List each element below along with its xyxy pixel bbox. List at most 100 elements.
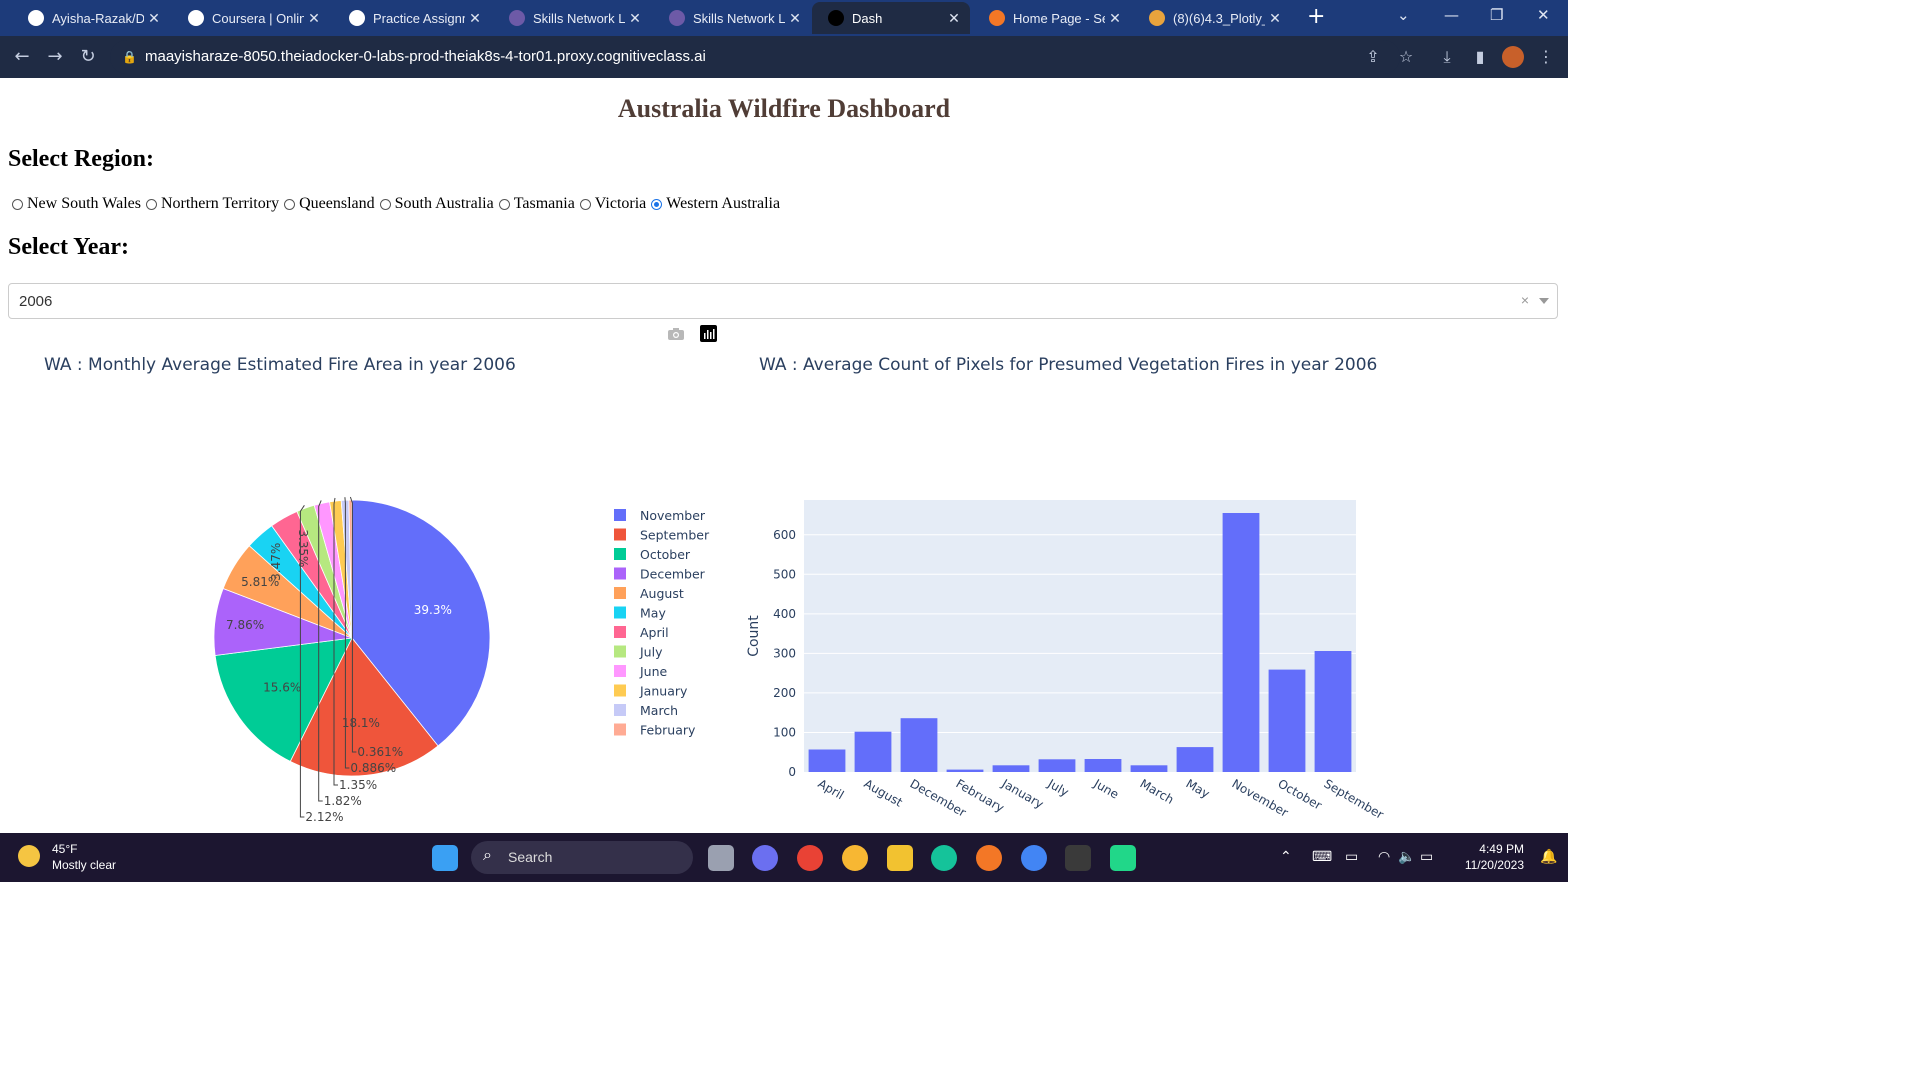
keyboard-icon[interactable]: ⌨ xyxy=(1312,848,1332,865)
browser-tab[interactable]: Dash ✕ xyxy=(812,2,970,34)
legend-item-label[interactable]: October xyxy=(640,547,691,562)
weather-app-icon[interactable] xyxy=(842,845,868,871)
legend-item-label[interactable]: April xyxy=(640,625,669,640)
share-icon[interactable]: ⇪ xyxy=(1362,46,1384,68)
region-radio-option[interactable]: New South Wales xyxy=(12,195,141,213)
forward-button[interactable]: → xyxy=(42,44,68,70)
radio-button[interactable] xyxy=(284,198,296,210)
camera-icon[interactable] xyxy=(668,328,684,340)
bar-september[interactable] xyxy=(1314,651,1352,772)
tab-close-icon[interactable]: ✕ xyxy=(944,10,964,27)
chevron-down-icon[interactable] xyxy=(1539,298,1549,304)
tab-close-icon[interactable]: ✕ xyxy=(785,10,805,27)
tab-close-icon[interactable]: ✕ xyxy=(465,10,485,27)
bar-february[interactable] xyxy=(946,769,984,772)
back-button[interactable]: ← xyxy=(9,44,35,70)
volume-icon[interactable]: 🔈 xyxy=(1398,848,1415,865)
pycharm-icon[interactable] xyxy=(1110,845,1136,871)
teams-chat-icon[interactable] xyxy=(752,845,778,871)
side-panel-icon[interactable]: ▮ xyxy=(1469,46,1491,68)
tab-close-icon[interactable]: ✕ xyxy=(1265,10,1285,27)
browser-tab[interactable]: Home Page - Sel ✕ xyxy=(973,2,1131,34)
legend-item-label[interactable]: August xyxy=(640,586,684,601)
grammarly-icon[interactable] xyxy=(931,845,957,871)
file-explorer-icon[interactable] xyxy=(887,845,913,871)
legend-item-label[interactable]: July xyxy=(639,645,663,660)
region-radio-option[interactable]: South Australia xyxy=(379,195,494,213)
minimize-button[interactable]: — xyxy=(1444,6,1459,24)
legend-item-label[interactable]: February xyxy=(640,723,696,738)
legend-swatch[interactable] xyxy=(614,548,626,560)
legend-swatch[interactable] xyxy=(614,684,626,697)
new-tab-button[interactable]: + xyxy=(1307,4,1325,29)
taskbar-search[interactable]: ⌕ Search xyxy=(471,841,693,874)
bar-november[interactable] xyxy=(1222,513,1260,772)
bookmark-star-icon[interactable]: ☆ xyxy=(1395,46,1417,68)
chrome-icon[interactable] xyxy=(797,845,823,871)
close-window-button[interactable]: ✕ xyxy=(1537,6,1550,24)
region-radio-option[interactable]: Victoria xyxy=(579,195,646,213)
legend-item-label[interactable]: January xyxy=(639,684,688,699)
legend-swatch[interactable] xyxy=(614,723,626,736)
radio-button[interactable] xyxy=(651,198,663,210)
tab-close-icon[interactable]: ✕ xyxy=(625,10,645,27)
tab-close-icon[interactable]: ✕ xyxy=(1105,10,1125,27)
legend-item-label[interactable]: September xyxy=(640,528,710,543)
plotly-logo-icon[interactable] xyxy=(700,325,717,342)
chevron-up-icon[interactable]: ⌃ xyxy=(1280,848,1292,865)
legend-item-label[interactable]: May xyxy=(640,606,666,621)
windows-start-icon[interactable] xyxy=(432,845,458,871)
tab-close-icon[interactable]: ✕ xyxy=(144,10,164,27)
year-dropdown[interactable]: 2006 × xyxy=(8,283,1558,319)
radio-button[interactable] xyxy=(579,198,591,210)
bar-july[interactable] xyxy=(1038,759,1076,772)
bar-march[interactable] xyxy=(1130,765,1168,772)
bar-august[interactable] xyxy=(854,731,892,772)
region-radio-option[interactable]: Tasmania xyxy=(498,195,575,213)
bar-january[interactable] xyxy=(992,765,1030,772)
tab-search-icon[interactable]: ⌄ xyxy=(1397,6,1410,24)
legend-swatch[interactable] xyxy=(614,528,626,541)
restore-button[interactable]: ❐ xyxy=(1490,6,1503,24)
legend-swatch[interactable] xyxy=(614,665,626,677)
legend-swatch[interactable] xyxy=(614,645,626,658)
radio-button[interactable] xyxy=(12,198,23,210)
legend-swatch[interactable] xyxy=(614,567,626,580)
region-radio-option[interactable]: Western Australia xyxy=(651,195,780,213)
bar-april[interactable] xyxy=(808,749,846,773)
tab-close-icon[interactable]: ✕ xyxy=(304,10,324,27)
region-radio-option[interactable]: Queensland xyxy=(284,195,375,213)
menu-kebab-icon[interactable]: ⋮ xyxy=(1535,46,1557,68)
legend-swatch[interactable] xyxy=(614,626,626,638)
notification-bell-icon[interactable]: 🔔 xyxy=(1540,848,1557,865)
region-radio-option[interactable]: Northern Territory xyxy=(145,195,279,213)
terminal-icon[interactable] xyxy=(1065,845,1091,871)
radio-button[interactable] xyxy=(145,198,157,210)
browser-tab[interactable]: Coursera | Online ✕ xyxy=(172,2,330,34)
bar-june[interactable] xyxy=(1084,759,1122,772)
bar-may[interactable] xyxy=(1176,747,1214,772)
browser-tab[interactable]: Skills Network La ✕ xyxy=(653,2,811,34)
browser-tab[interactable]: Practice Assignm ✕ xyxy=(333,2,491,34)
display-icon[interactable]: ▭ xyxy=(1345,848,1358,865)
clock[interactable]: 4:49 PM 11/20/2023 xyxy=(1465,841,1524,873)
legend-item-label[interactable]: March xyxy=(640,703,678,718)
task-view-icon[interactable] xyxy=(708,845,734,871)
legend-swatch[interactable] xyxy=(614,606,626,619)
jupyter-app-icon[interactable] xyxy=(976,845,1002,871)
battery-icon[interactable]: ▭ xyxy=(1420,848,1433,865)
legend-swatch[interactable] xyxy=(614,509,626,521)
bar-december[interactable] xyxy=(900,718,938,772)
clear-selection-icon[interactable]: × xyxy=(1521,292,1529,308)
download-icon[interactable]: ⤓ xyxy=(1436,46,1458,68)
legend-swatch[interactable] xyxy=(614,587,626,599)
browser-tab[interactable]: (8)(6)4.3_Plotly_E✕ xyxy=(1133,2,1291,34)
browser-tab[interactable]: Skills Network La ✕ xyxy=(493,2,651,34)
legend-item-label[interactable]: June xyxy=(639,664,668,679)
profile-avatar[interactable] xyxy=(1502,46,1524,68)
bar-october[interactable] xyxy=(1268,669,1306,772)
legend-item-label[interactable]: November xyxy=(640,508,706,523)
wifi-icon[interactable]: ◠ xyxy=(1378,848,1390,865)
radio-button[interactable] xyxy=(379,198,391,210)
chrome-active-icon[interactable] xyxy=(1021,845,1047,871)
